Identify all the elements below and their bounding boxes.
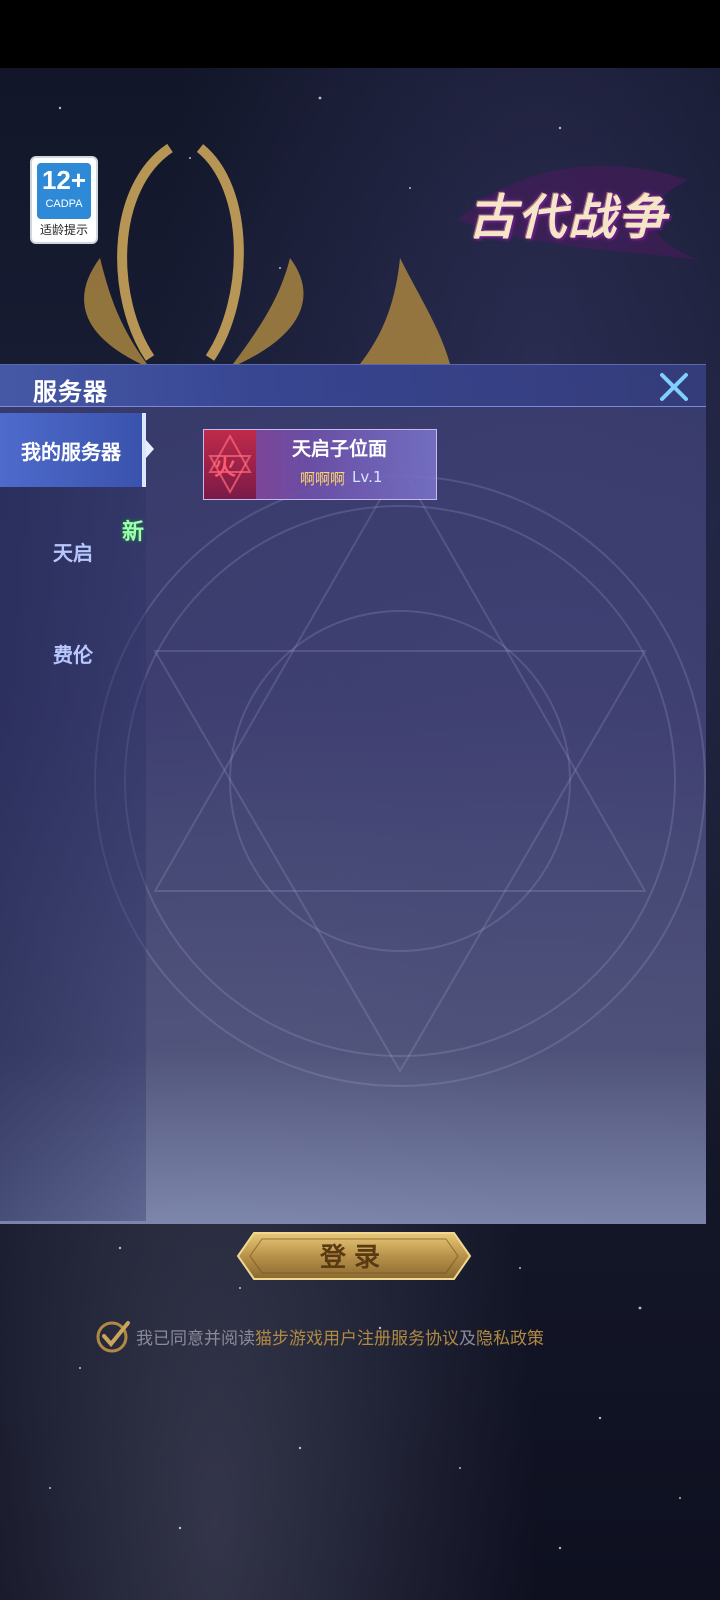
server-name: 天启子位面 bbox=[292, 438, 388, 460]
age-rating-tip: 适龄提示 bbox=[39, 223, 88, 237]
age-rating-badge[interactable]: 12+ CADPA 适龄提示 bbox=[30, 156, 98, 244]
game-logo-text: 古代战争 bbox=[468, 190, 669, 246]
tab-feilun-label: 费伦 bbox=[53, 642, 93, 667]
age-rating-number: 12+ bbox=[41, 165, 87, 195]
user-agreement-link[interactable]: 猫步游戏用户注册服务协议 bbox=[255, 1324, 459, 1349]
active-tab-indicator bbox=[146, 440, 154, 458]
new-badge: 新 bbox=[122, 519, 145, 545]
player-level: Lv.1 bbox=[352, 468, 383, 486]
login-button[interactable]: 登录 bbox=[236, 1227, 472, 1285]
age-rating-org: CADPA bbox=[45, 198, 83, 210]
game-logo: 古代战争 bbox=[448, 160, 708, 270]
server-card[interactable]: 火 天启子位面 啊啊啊 Lv.1 bbox=[203, 429, 437, 500]
tab-tianqi-label: 天启 bbox=[53, 540, 93, 565]
element-label: 火 bbox=[214, 455, 237, 481]
panel-title: 服务器 bbox=[33, 377, 108, 406]
close-icon bbox=[660, 373, 688, 401]
agreement-conjunction: 及 bbox=[459, 1328, 476, 1349]
checkbox-check-icon[interactable] bbox=[94, 1317, 132, 1355]
tab-feilun[interactable]: 费伦 bbox=[0, 616, 146, 690]
tab-my-servers[interactable]: 我的服务器 bbox=[0, 413, 146, 487]
panel-header: 服务器 bbox=[0, 365, 706, 407]
element-badge: 火 bbox=[204, 430, 256, 499]
privacy-policy-link[interactable]: 隐私政策 bbox=[476, 1324, 544, 1349]
age-rating-icon: 12+ CADPA bbox=[37, 163, 91, 219]
player-name: 啊啊啊 bbox=[300, 470, 346, 488]
status-bar bbox=[0, 0, 720, 68]
close-button[interactable] bbox=[654, 367, 694, 407]
agreement-row: 我已同意并阅读 猫步游戏用户注册服务协议 及 隐私政策 bbox=[94, 1316, 544, 1356]
tab-my-servers-label: 我的服务器 bbox=[21, 439, 121, 464]
agreement-prefix: 我已同意并阅读 bbox=[136, 1328, 255, 1349]
login-label: 登录 bbox=[319, 1243, 388, 1273]
